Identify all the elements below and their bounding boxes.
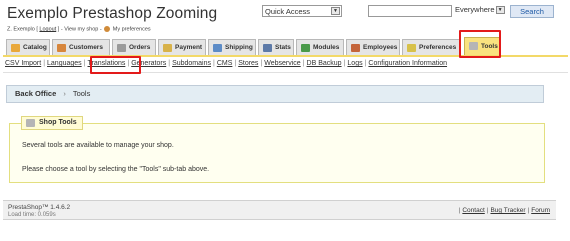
panel-text: Several tools are available to manage yo…	[22, 142, 174, 149]
tab-payment[interactable]: Payment	[158, 39, 206, 55]
tab-employees[interactable]: Employees	[346, 39, 400, 55]
tab-catalog[interactable]: Catalog	[6, 39, 50, 55]
version-text: PrestaShop™ 1.4.6.2	[8, 204, 71, 211]
quick-access-label: Quick Access	[265, 7, 311, 16]
chevron-down-icon[interactable]: ▼	[495, 6, 505, 15]
subtab-configuration-information[interactable]: Configuration Information	[368, 60, 447, 67]
employees-icon	[351, 44, 360, 52]
tab-label: Shipping	[225, 44, 253, 51]
tab-label: Preferences	[419, 44, 457, 51]
shop-tools-panel	[9, 123, 545, 183]
orders-icon	[117, 44, 126, 52]
subtab-subdomains[interactable]: Subdomains	[172, 60, 211, 67]
subtab-logs[interactable]: Logs	[347, 60, 362, 67]
payment-icon	[163, 44, 172, 52]
subtab-webservice[interactable]: Webservice	[264, 60, 300, 67]
logout-link[interactable]: Logout	[39, 26, 56, 32]
tab-stats[interactable]: Stats	[258, 39, 294, 55]
panel-legend: Shop Tools	[21, 116, 83, 130]
search-scope-select[interactable]: Everywhere ▼	[455, 5, 505, 15]
breadcrumb-current: Tools	[72, 89, 91, 98]
stats-icon	[263, 44, 272, 52]
footer-links: | Contact | Bug Tracker | Forum	[458, 207, 550, 214]
shop-title: Exemplo Prestashop Zooming	[7, 5, 218, 22]
user-name: Z. Exemplo	[7, 26, 35, 33]
catalog-icon	[11, 44, 20, 52]
panel-text: Please choose a tool by selecting the "T…	[22, 166, 210, 173]
tab-shipping[interactable]: Shipping	[208, 39, 256, 55]
preferences-icon	[104, 26, 111, 32]
user-line: Z. Exemplo [ Logout ] - View my shop - M…	[7, 26, 151, 33]
tab-label: Employees	[363, 44, 398, 51]
search-input[interactable]	[368, 5, 452, 17]
quick-access-select[interactable]: Quick Access ▼	[262, 5, 342, 17]
tab-label: Orders	[129, 44, 151, 51]
subtab-db-backup[interactable]: DB Backup	[307, 60, 342, 67]
bug-tracker-link[interactable]: Bug Tracker	[490, 207, 525, 214]
sub-tabs: CSV Import | Languages | Translations | Genera…	[5, 60, 448, 67]
tab-label: Catalog	[23, 44, 47, 51]
chevron-right-icon: ›	[63, 89, 66, 98]
forum-link[interactable]: Forum	[531, 207, 550, 214]
preferences-icon	[407, 44, 416, 52]
tab-label: Stats	[275, 44, 291, 51]
breadcrumb-root[interactable]: Back Office	[15, 89, 56, 98]
breadcrumb: Back Office › Tools	[6, 85, 544, 103]
load-time-text: Load time: 0.059s	[8, 212, 56, 218]
modules-icon	[301, 44, 310, 52]
shipping-icon	[213, 44, 222, 52]
tools-tab-highlight	[459, 30, 501, 58]
tab-label: Modules	[313, 44, 340, 51]
tab-customers[interactable]: Customers	[52, 39, 110, 55]
wrench-icon	[26, 119, 35, 127]
chevron-down-icon[interactable]: ▼	[331, 7, 340, 15]
panel-legend-label: Shop Tools	[39, 119, 77, 126]
subtab-languages[interactable]: Languages	[47, 60, 82, 67]
tab-preferences[interactable]: Preferences	[402, 39, 460, 55]
preferences-link[interactable]: My preferences	[113, 26, 151, 32]
contact-link[interactable]: Contact	[462, 207, 484, 214]
tab-label: Payment	[175, 44, 203, 51]
customers-icon	[57, 44, 66, 52]
search-button[interactable]: Search	[510, 5, 554, 18]
view-shop-link[interactable]: - View my shop -	[61, 26, 102, 32]
subtab-cms[interactable]: CMS	[217, 60, 233, 67]
subtab-divider	[3, 72, 568, 73]
footer: PrestaShop™ 1.4.6.2 Load time: 0.059s | C…	[3, 200, 556, 220]
subtab-csv-import[interactable]: CSV Import	[5, 60, 41, 67]
search-scope-label: Everywhere	[455, 5, 495, 14]
subtab-stores[interactable]: Stores	[238, 60, 258, 67]
tab-modules[interactable]: Modules	[296, 39, 344, 55]
translations-highlight	[90, 56, 141, 74]
tab-orders[interactable]: Orders	[112, 39, 156, 55]
tab-label: Customers	[69, 44, 103, 51]
